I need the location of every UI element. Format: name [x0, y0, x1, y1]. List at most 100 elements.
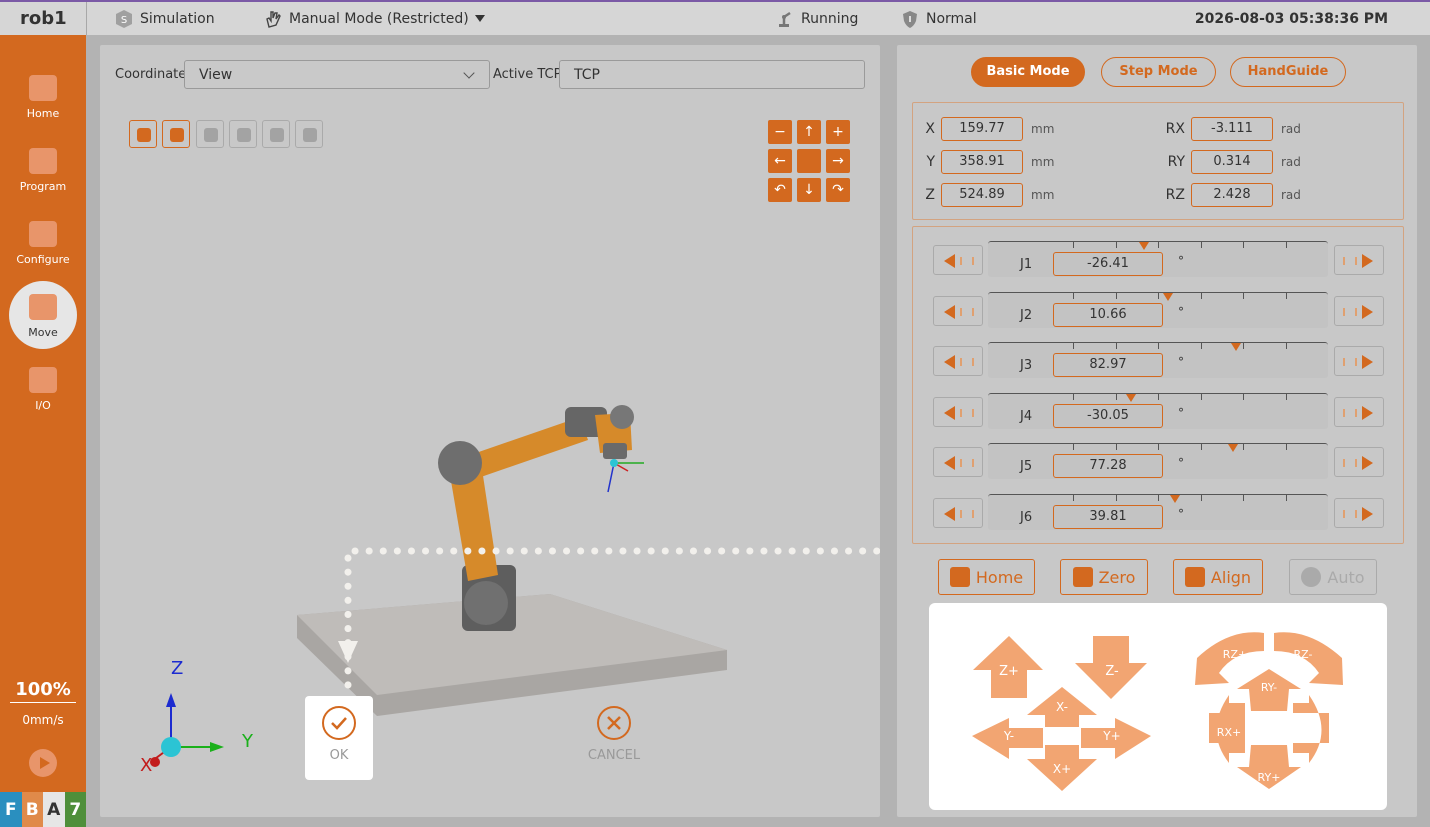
slider-tick — [1285, 444, 1287, 450]
ry-plus-label: RY+ — [1258, 771, 1281, 784]
play-icon[interactable] — [29, 749, 57, 777]
y-plus-button[interactable]: Y+ — [1081, 718, 1151, 759]
slider-tick — [1243, 494, 1244, 501]
y-minus-button[interactable]: Y- — [972, 718, 1043, 759]
joint-value-field[interactable]: 10.66 — [1053, 302, 1163, 327]
slider-tick — [1285, 343, 1287, 349]
arrow-left-icon — [960, 408, 974, 417]
align-button[interactable]: Align — [1173, 559, 1263, 595]
joint-decrease-button[interactable] — [933, 245, 983, 275]
y-plus-label: Y+ — [1102, 729, 1120, 743]
slider-tick — [1285, 494, 1287, 501]
slider-tick — [1243, 343, 1244, 349]
slider-tick — [1073, 343, 1074, 349]
cancel-label: CANCEL — [587, 748, 641, 763]
joint-increase-button[interactable] — [1334, 497, 1384, 528]
arrow-right-icon — [1343, 459, 1357, 467]
hand-icon — [266, 10, 281, 28]
rz-minus-button[interactable]: RZ- — [1274, 632, 1343, 685]
ry-minus-button[interactable]: RY- — [1237, 669, 1301, 711]
x-minus-button[interactable]: X- — [1027, 687, 1097, 727]
zero-button[interactable]: Zero — [1060, 559, 1148, 595]
joint-slider-marker[interactable] — [1139, 242, 1150, 250]
robot-name: rob1 — [20, 8, 67, 29]
joint-unit: ° — [1178, 254, 1184, 268]
pose-ry-field[interactable]: 0.314 — [1191, 150, 1273, 174]
arrow-right-icon — [1343, 257, 1357, 265]
slider-tick — [1115, 242, 1117, 248]
rz-plus-button[interactable]: RZ+ — [1195, 632, 1264, 685]
pose-label: RY — [1167, 154, 1185, 170]
home-button[interactable]: Home — [938, 559, 1035, 595]
joint-value-field[interactable]: 77.28 — [1053, 454, 1163, 478]
joint-decrease-button[interactable] — [933, 295, 983, 326]
sidebar-item-move[interactable]: Move — [0, 281, 86, 354]
joint-slider-marker[interactable] — [1163, 292, 1174, 301]
rx-minus-button[interactable]: RX- — [1293, 695, 1329, 763]
joint-decrease-button[interactable] — [933, 497, 983, 528]
move-icon — [29, 294, 57, 320]
joint-decrease-button[interactable] — [933, 346, 983, 376]
mode-label: Manual Mode (Restricted) — [289, 10, 469, 27]
pose-x-field[interactable]: 159.77 — [941, 117, 1023, 141]
x-plus-button[interactable]: X+ — [1027, 745, 1097, 791]
z-minus-label: Z- — [1105, 664, 1119, 679]
robot-scene[interactable] — [100, 45, 880, 817]
pose-rx-field[interactable]: -3.111 — [1191, 117, 1273, 141]
sidebar-item-configure[interactable]: Configure — [0, 211, 86, 281]
handguide-button[interactable]: HandGuide — [1230, 57, 1346, 87]
joint-slider-marker[interactable] — [1170, 494, 1180, 503]
status-tiles: F B A 7 — [0, 792, 86, 827]
ok-button[interactable]: OK — [305, 696, 373, 780]
joint-slider-marker[interactable] — [1231, 343, 1242, 351]
svg-text:S: S — [121, 15, 127, 26]
joint-row-j1: J1 -26.41 ° — [913, 241, 1405, 281]
joint-increase-button[interactable] — [1334, 295, 1384, 326]
slider-tick — [1073, 444, 1074, 450]
joint-value-field[interactable]: 82.97 — [1053, 353, 1163, 377]
pose-rz-field[interactable]: 2.428 — [1191, 183, 1273, 207]
simulation-indicator[interactable]: S Simulation — [114, 2, 215, 35]
pose-unit: mm — [1031, 122, 1055, 136]
auto-button[interactable]: Auto — [1289, 559, 1377, 595]
joint-increase-button[interactable] — [1334, 396, 1384, 427]
cancel-button[interactable]: CANCEL — [580, 696, 648, 780]
joint-decrease-button[interactable] — [933, 447, 983, 477]
step-mode-button[interactable]: Step Mode — [1101, 57, 1216, 87]
auto-icon — [1301, 567, 1322, 587]
ry-plus-button[interactable]: RY+ — [1237, 745, 1301, 789]
joint-decrease-button[interactable] — [933, 396, 983, 427]
joint-value-field[interactable]: -30.05 — [1053, 403, 1163, 428]
rx-plus-button[interactable]: RX+ — [1209, 695, 1245, 763]
sidebar-item-home[interactable]: Home — [0, 65, 86, 135]
joint-label: J3 — [1020, 358, 1033, 373]
speed-percent[interactable]: 100% — [10, 679, 76, 703]
joint-row-j3: J3 82.97 ° — [913, 342, 1405, 382]
ok-label: OK — [329, 748, 349, 763]
joint-value-field[interactable]: 39.81 — [1053, 504, 1163, 529]
joint-increase-button[interactable] — [1334, 447, 1384, 477]
mode-dropdown[interactable]: Manual Mode (Restricted) — [263, 2, 485, 35]
jog-pad: Z+ Z- X- Y- Y+ X+ RZ+ RZ- RY- RX+ RX- RY… — [929, 603, 1387, 810]
pose-y-field[interactable]: 358.91 — [941, 150, 1023, 174]
z-plus-button[interactable]: Z+ — [973, 636, 1043, 698]
joint-value-field[interactable]: -26.41 — [1053, 252, 1163, 276]
joint-slider-marker[interactable] — [1227, 444, 1238, 452]
slider-tick — [1200, 292, 1202, 299]
joint-slider-marker[interactable] — [1125, 393, 1136, 402]
joint-unit: ° — [1178, 355, 1184, 369]
pose-ry-row: RY 0.314 rad — [1163, 150, 1301, 174]
joint-increase-button[interactable] — [1334, 245, 1384, 275]
joint-increase-button[interactable] — [1334, 346, 1384, 376]
pose-z-field[interactable]: 524.89 — [941, 183, 1023, 207]
joint-unit: ° — [1178, 456, 1184, 470]
sidebar: Home Program Configure Move I/O 100% 0mm… — [0, 35, 86, 827]
slider-tick — [1200, 494, 1202, 501]
joint-unit: ° — [1178, 405, 1184, 420]
sidebar-item-io[interactable]: I/O — [0, 357, 86, 427]
sidebar-item-program[interactable]: Program — [0, 138, 86, 208]
pose-label: RZ — [1165, 187, 1185, 203]
basic-mode-button[interactable]: Basic Mode — [971, 57, 1085, 87]
slider-tick — [1285, 242, 1287, 248]
z-minus-button[interactable]: Z- — [1075, 636, 1147, 699]
